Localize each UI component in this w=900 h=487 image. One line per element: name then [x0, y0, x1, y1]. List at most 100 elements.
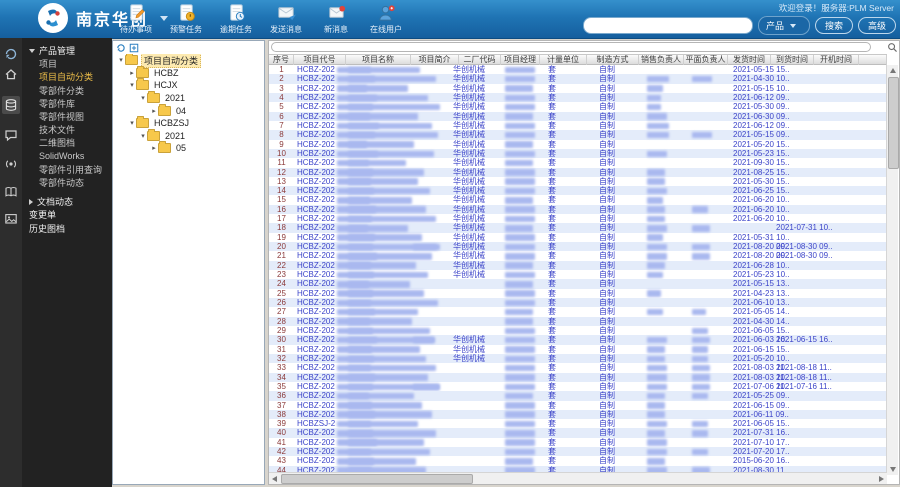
column-header-到货时间[interactable]: 到货时间 — [771, 55, 814, 65]
table-row[interactable]: 16 HCBZ-202 华创机械套自制 2021-06-20 10.. — [269, 204, 887, 215]
toolbar-item-new-message[interactable]: 新消息 — [318, 2, 354, 35]
scroll-right-arrow-icon[interactable] — [879, 476, 884, 482]
table-row[interactable]: 39 HCBZSJ-2 套自制 2021-06-05 15.. — [269, 419, 887, 428]
table-row[interactable]: 29 HCBZ-202 套自制 2021-06-05 15.. — [269, 326, 887, 335]
sidebar-item-项目自动分类[interactable]: 项目自动分类 — [22, 70, 112, 83]
sidebar-item-项目[interactable]: 项目 — [22, 57, 112, 70]
table-row[interactable]: 37 HCBZ-202 套自制 2021-06-15 09.. — [269, 401, 887, 410]
toolbar-item-send-message[interactable]: 发送消息 — [268, 2, 304, 35]
sidebar-item-二维图档[interactable]: 二维图档 — [22, 136, 112, 149]
search-category-dropdown[interactable]: 产品 — [757, 16, 810, 35]
table-row[interactable]: 10 HCBZ-202 华创机械套自制 2021-05-23 15.. — [269, 148, 887, 159]
column-header-开机时间[interactable]: 开机时间 — [814, 55, 859, 65]
sidebar-item-零部件视图[interactable]: 零部件视图 — [22, 110, 112, 123]
table-row[interactable]: 2 HCBZ-202 华创机械套自制 2021-04-30 10.. — [269, 74, 887, 84]
tree-node-05[interactable]: ▸ 05 — [113, 141, 264, 155]
column-header-二厂代码[interactable]: 二厂代码 — [459, 55, 501, 65]
table-row[interactable]: 23 HCBZ-202 华创机械套自制 2021-05-23 10.. — [269, 270, 887, 279]
table-row[interactable]: 33 HCBZ-202 套自制 2021-08-03 11.. 2021-08-18 … — [269, 363, 887, 372]
sidebar-item-产品管理[interactable]: 产品管理 — [22, 44, 112, 57]
home-icon[interactable] — [2, 65, 20, 83]
column-header-项目经理[interactable]: 项目经理 — [501, 55, 540, 65]
search-icon[interactable] — [887, 42, 898, 53]
sidebar-item-文档动态[interactable]: 文档动态 — [22, 195, 112, 208]
table-row[interactable]: 20 HCBZ-202 华创机械套自制 2021-08-20 09.. 2021-08… — [269, 242, 887, 252]
table-row[interactable]: 31 HCBZ-202 华创机械套自制 2021-06-15 15.. — [269, 345, 887, 354]
table-row[interactable]: 36 HCBZ-202 套自制 2021-05-25 09.. — [269, 391, 887, 401]
toolbar-item-overdue-task[interactable]: 逾期任务 — [218, 2, 254, 35]
column-header-blank[interactable] — [859, 55, 887, 65]
toolbar-item-alert-task[interactable]: 预警任务 — [168, 2, 204, 35]
toolbar-item-todo[interactable]: 待办事项 — [118, 2, 154, 35]
table-row[interactable]: 11 HCBZ-202 华创机械套自制 2021-09-30 15.. — [269, 158, 887, 167]
table-filter-input[interactable] — [271, 42, 871, 52]
table-row[interactable]: 5 HCBZ-202 华创机械套自制 2021-05-30 09.. — [269, 102, 887, 111]
tree-node-2021[interactable]: ▾ 2021 — [113, 91, 264, 105]
table-row[interactable]: 15 HCBZ-202 华创机械套自制 2021-06-20 10.. — [269, 195, 887, 204]
vertical-scroll-thumb[interactable] — [888, 77, 899, 169]
table-row[interactable]: 38 HCBZ-202 套自制 2021-06-11 09.. — [269, 409, 887, 420]
table-row[interactable]: 18 HCBZ-202 华创机械套自制 2021-07-31 10.. — [269, 223, 887, 233]
sidebar-item-SolidWorks[interactable]: SolidWorks — [22, 150, 112, 163]
tree-toggle-icon[interactable]: ▸ — [150, 144, 158, 152]
tree-toggle-icon[interactable]: ▾ — [139, 132, 147, 140]
table-row[interactable]: 34 HCBZ-202 套自制 2021-08-03 11.. 2021-08-18 … — [269, 372, 887, 382]
tree-toggle-icon[interactable]: ▾ — [128, 119, 136, 127]
toolbar-item-online-users[interactable]: 在线用户 — [368, 2, 404, 35]
refresh-icon[interactable] — [116, 43, 126, 53]
table-row[interactable]: 30 HCBZ-202 华创机械套自制 2021-06-03 16.. 2021-06… — [269, 335, 887, 345]
table-row[interactable]: 4 HCBZ-202 华创机械套自制 2021-06-12 09.. — [269, 92, 887, 103]
table-row[interactable]: 3 HCBZ-202 华创机械套自制 2021-05-15 10.. — [269, 84, 887, 93]
vertical-scrollbar[interactable] — [886, 65, 899, 475]
column-header-序号[interactable]: 序号 — [269, 55, 294, 65]
tree-node-HCJX[interactable]: ▾ HCJX — [113, 78, 264, 92]
table-row[interactable]: 6 HCBZ-202 华创机械套自制 2021-06-30 09.. — [269, 111, 887, 121]
table-row[interactable]: 12 HCBZ-202 华创机械套自制 2021-08-25 15.. — [269, 167, 887, 177]
table-row[interactable]: 43 HCBZ-202 套自制 2015-06-20 16.. — [269, 456, 887, 465]
sidebar-item-历史图档[interactable]: 历史图档 — [22, 221, 112, 234]
global-search-input[interactable] — [582, 17, 753, 34]
tree-node-04[interactable]: ▸ 04 — [113, 103, 264, 117]
sidebar-item-零部件引用查询[interactable]: 零部件引用查询 — [22, 163, 112, 176]
tree-node-HCBZ[interactable]: ▸ HCBZ — [113, 65, 264, 80]
sidebar-item-技术文件[interactable]: 技术文件 — [22, 123, 112, 136]
image-icon[interactable] — [2, 210, 20, 228]
column-header-项目简介[interactable]: 项目简介 — [411, 55, 459, 65]
sidebar-item-零部件分类[interactable]: 零部件分类 — [22, 84, 112, 97]
tree-toggle-icon[interactable]: ▾ — [128, 81, 136, 89]
tree-node-HCBZSJ[interactable]: ▾ HCBZSJ — [113, 116, 264, 130]
table-row[interactable]: 19 HCBZ-202 华创机械套自制 2021-05-31 10.. — [269, 233, 887, 242]
sidebar-item-变更单[interactable]: 变更单 — [22, 208, 112, 221]
column-header-制造方式[interactable]: 制造方式 — [587, 55, 639, 65]
search-button[interactable]: 搜索 — [814, 17, 853, 34]
horizontal-scrollbar[interactable] — [269, 472, 887, 484]
cycle-icon[interactable] — [2, 45, 20, 63]
tree-toggle-icon[interactable]: ▸ — [150, 107, 158, 115]
column-header-平面负责人[interactable]: 平面负责人 — [684, 55, 728, 65]
tree-toggle-icon[interactable]: ▾ — [117, 56, 125, 64]
broadcast-icon[interactable] — [2, 155, 20, 173]
table-row[interactable]: 32 HCBZ-202 华创机械套自制 2021-05-20 10.. — [269, 353, 887, 364]
table-row[interactable]: 41 HCBZ-202 套自制 2021-07-10 17.. — [269, 438, 887, 447]
table-row[interactable]: 13 HCBZ-202 华创机械套自制 2021-05-30 15.. — [269, 177, 887, 186]
tree-node-项目自动分类[interactable]: ▾ 项目自动分类 — [113, 54, 264, 68]
table-row[interactable]: 28 HCBZ-202 套自制 2021-04-30 14.. — [269, 316, 887, 326]
column-header-项目名称[interactable]: 项目名称 — [346, 55, 411, 65]
sidebar-item-零部件动态[interactable]: 零部件动态 — [22, 176, 112, 189]
tree-toggle-icon[interactable]: ▸ — [128, 69, 136, 77]
table-row[interactable]: 42 HCBZ-202 套自制 2021-07-20 17.. — [269, 447, 887, 457]
table-row[interactable]: 40 HCBZ-202 套自制 2021-07-31 16.. — [269, 428, 887, 438]
expand-all-icon[interactable] — [129, 43, 139, 53]
horizontal-scroll-thumb[interactable] — [281, 474, 473, 484]
table-row[interactable]: 1 HCBZ-202 华创机械套自制 2021-05-15 15.. — [269, 65, 887, 74]
table-row[interactable]: 14 HCBZ-202 华创机械套自制 2021-06-25 15.. — [269, 186, 887, 196]
scroll-down-arrow-icon[interactable] — [889, 467, 896, 472]
book-icon[interactable] — [2, 183, 20, 201]
table-row[interactable]: 8 HCBZ-202 华创机械套自制 2021-05-15 09.. — [269, 130, 887, 140]
sidebar-item-零部件库[interactable]: 零部件库 — [22, 97, 112, 110]
column-header-销售负责人[interactable]: 销售负责人 — [639, 55, 684, 65]
tree-toggle-icon[interactable]: ▾ — [139, 94, 147, 102]
table-row[interactable]: 35 HCBZ-202 套自制 2021-07-06 11.. 2021-07-16 … — [269, 382, 887, 391]
scroll-up-arrow-icon[interactable] — [889, 68, 896, 73]
column-header-发货时间[interactable]: 发货时间 — [728, 55, 771, 65]
